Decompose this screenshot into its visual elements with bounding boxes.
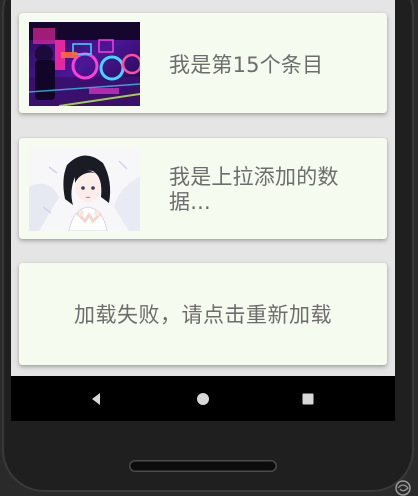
load-more-footer[interactable]: 加载失败，请点击重新加载 [19,263,387,365]
navigation-bar [11,376,395,421]
phone-device: 我是第15个条目 我是上拉添加的数据... 加载失败，请点击重新加载 [0,0,418,496]
home-circle-icon[interactable] [178,376,228,421]
load-failed-retry-text[interactable]: 加载失败，请点击重新加载 [19,302,387,328]
recent-square-icon[interactable] [283,376,333,421]
swirl-logo-icon [392,478,414,496]
back-triangle-icon[interactable] [71,376,121,421]
app-screen: 我是第15个条目 我是上拉添加的数据... 加载失败，请点击重新加载 [11,0,395,376]
list-item-title: 我是第15个条目 [169,53,324,77]
list-item-thumbnail [29,147,140,231]
list-item[interactable]: 我是第15个条目 [19,13,387,113]
list-item[interactable]: 我是上拉添加的数据... [19,138,387,239]
list-item-thumbnail [29,22,140,106]
speaker-grille [129,460,277,472]
list-item-title: 我是上拉添加的数据... [169,165,339,214]
